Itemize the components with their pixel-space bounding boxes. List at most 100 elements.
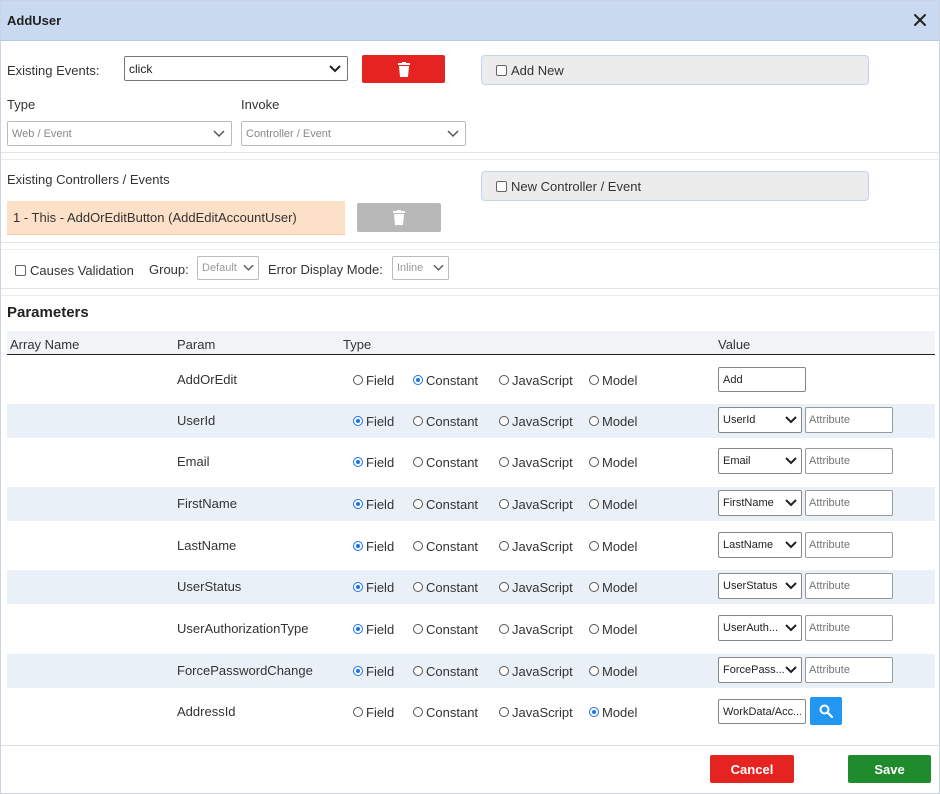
radio-button[interactable] xyxy=(353,707,363,717)
close-icon[interactable] xyxy=(909,9,931,31)
type-radio-field[interactable]: Field xyxy=(353,487,394,521)
causes-validation-toggle[interactable]: Causes Validation xyxy=(15,263,134,278)
radio-button[interactable] xyxy=(499,541,509,551)
model-path-input[interactable] xyxy=(718,699,806,724)
attribute-input[interactable] xyxy=(805,532,893,558)
type-radio-model[interactable]: Model xyxy=(589,612,637,646)
field-select[interactable]: UserAuth... xyxy=(718,615,802,641)
radio-button[interactable] xyxy=(589,416,599,426)
radio-button[interactable] xyxy=(499,582,509,592)
existing-events-select[interactable]: click xyxy=(124,56,348,81)
radio-button[interactable] xyxy=(589,457,599,467)
attribute-input[interactable] xyxy=(805,490,893,516)
type-radio-model[interactable]: Model xyxy=(589,363,637,397)
new-controller-toggle[interactable]: New Controller / Event xyxy=(481,171,869,201)
type-radio-constant[interactable]: Constant xyxy=(413,529,478,563)
radio-button[interactable] xyxy=(413,541,423,551)
type-radio-field[interactable]: Field xyxy=(353,612,394,646)
attribute-input[interactable] xyxy=(805,448,893,474)
attribute-input[interactable] xyxy=(805,573,893,599)
field-select[interactable]: Email xyxy=(718,448,802,474)
radio-button[interactable] xyxy=(413,582,423,592)
add-new-checkbox[interactable] xyxy=(496,64,507,76)
radio-button[interactable] xyxy=(499,707,509,717)
type-radio-constant[interactable]: Constant xyxy=(413,570,478,604)
type-radio-model[interactable]: Model xyxy=(589,529,637,563)
type-radio-javascript[interactable]: JavaScript xyxy=(499,612,573,646)
radio-button[interactable] xyxy=(353,457,363,467)
radio-button[interactable] xyxy=(499,416,509,426)
save-button[interactable]: Save xyxy=(848,755,931,783)
radio-button[interactable] xyxy=(413,499,423,509)
field-select[interactable]: UserId xyxy=(718,407,802,433)
error-display-mode-select[interactable]: Inline xyxy=(392,256,449,280)
radio-button[interactable] xyxy=(589,582,599,592)
type-radio-field[interactable]: Field xyxy=(353,654,394,688)
type-radio-field[interactable]: Field xyxy=(353,529,394,563)
type-radio-javascript[interactable]: JavaScript xyxy=(499,695,573,729)
value-input[interactable] xyxy=(718,367,806,392)
type-radio-field[interactable]: Field xyxy=(353,695,394,729)
add-new-event-toggle[interactable]: Add New xyxy=(481,55,869,85)
radio-button[interactable] xyxy=(413,707,423,717)
model-search-button[interactable] xyxy=(810,697,842,725)
type-radio-constant[interactable]: Constant xyxy=(413,404,478,438)
radio-button[interactable] xyxy=(499,499,509,509)
radio-button[interactable] xyxy=(353,666,363,676)
radio-button[interactable] xyxy=(353,499,363,509)
radio-button[interactable] xyxy=(589,624,599,634)
radio-button[interactable] xyxy=(353,416,363,426)
type-radio-model[interactable]: Model xyxy=(589,570,637,604)
causes-validation-checkbox[interactable] xyxy=(15,265,26,276)
attribute-input[interactable] xyxy=(805,615,893,641)
field-select[interactable]: LastName xyxy=(718,532,802,558)
controller-list-item[interactable]: 1 - This - AddOrEditButton (AddEditAccou… xyxy=(7,201,345,235)
cancel-button[interactable]: Cancel xyxy=(710,755,794,783)
radio-button[interactable] xyxy=(353,375,363,385)
radio-button[interactable] xyxy=(589,707,599,717)
invoke-select[interactable]: Controller / Event xyxy=(241,121,466,146)
radio-button[interactable] xyxy=(589,499,599,509)
type-radio-javascript[interactable]: JavaScript xyxy=(499,487,573,521)
radio-button[interactable] xyxy=(499,624,509,634)
radio-button[interactable] xyxy=(589,666,599,676)
type-radio-javascript[interactable]: JavaScript xyxy=(499,363,573,397)
type-radio-javascript[interactable]: JavaScript xyxy=(499,445,573,479)
radio-button[interactable] xyxy=(589,375,599,385)
field-select[interactable]: FirstName xyxy=(718,490,802,516)
type-radio-model[interactable]: Model xyxy=(589,695,637,729)
type-radio-field[interactable]: Field xyxy=(353,570,394,604)
delete-event-button[interactable] xyxy=(362,55,445,83)
attribute-input[interactable] xyxy=(805,407,893,433)
radio-button[interactable] xyxy=(413,624,423,634)
radio-button[interactable] xyxy=(499,666,509,676)
field-select[interactable]: UserStatus xyxy=(718,573,802,599)
type-radio-field[interactable]: Field xyxy=(353,445,394,479)
type-radio-constant[interactable]: Constant xyxy=(413,445,478,479)
radio-button[interactable] xyxy=(413,457,423,467)
type-radio-field[interactable]: Field xyxy=(353,404,394,438)
radio-button[interactable] xyxy=(413,416,423,426)
type-radio-field[interactable]: Field xyxy=(353,363,394,397)
radio-button[interactable] xyxy=(499,375,509,385)
type-radio-constant[interactable]: Constant xyxy=(413,363,478,397)
delete-controller-button[interactable] xyxy=(357,203,441,232)
new-controller-checkbox[interactable] xyxy=(496,180,507,192)
radio-button[interactable] xyxy=(413,375,423,385)
type-select[interactable]: Web / Event xyxy=(7,121,232,146)
radio-button[interactable] xyxy=(353,582,363,592)
radio-button[interactable] xyxy=(413,666,423,676)
type-radio-model[interactable]: Model xyxy=(589,445,637,479)
type-radio-model[interactable]: Model xyxy=(589,487,637,521)
type-radio-constant[interactable]: Constant xyxy=(413,612,478,646)
type-radio-javascript[interactable]: JavaScript xyxy=(499,654,573,688)
radio-button[interactable] xyxy=(353,624,363,634)
type-radio-javascript[interactable]: JavaScript xyxy=(499,404,573,438)
radio-button[interactable] xyxy=(589,541,599,551)
type-radio-javascript[interactable]: JavaScript xyxy=(499,570,573,604)
field-select[interactable]: ForcePass... xyxy=(718,657,802,683)
attribute-input[interactable] xyxy=(805,657,893,683)
type-radio-constant[interactable]: Constant xyxy=(413,695,478,729)
radio-button[interactable] xyxy=(353,541,363,551)
type-radio-constant[interactable]: Constant xyxy=(413,654,478,688)
